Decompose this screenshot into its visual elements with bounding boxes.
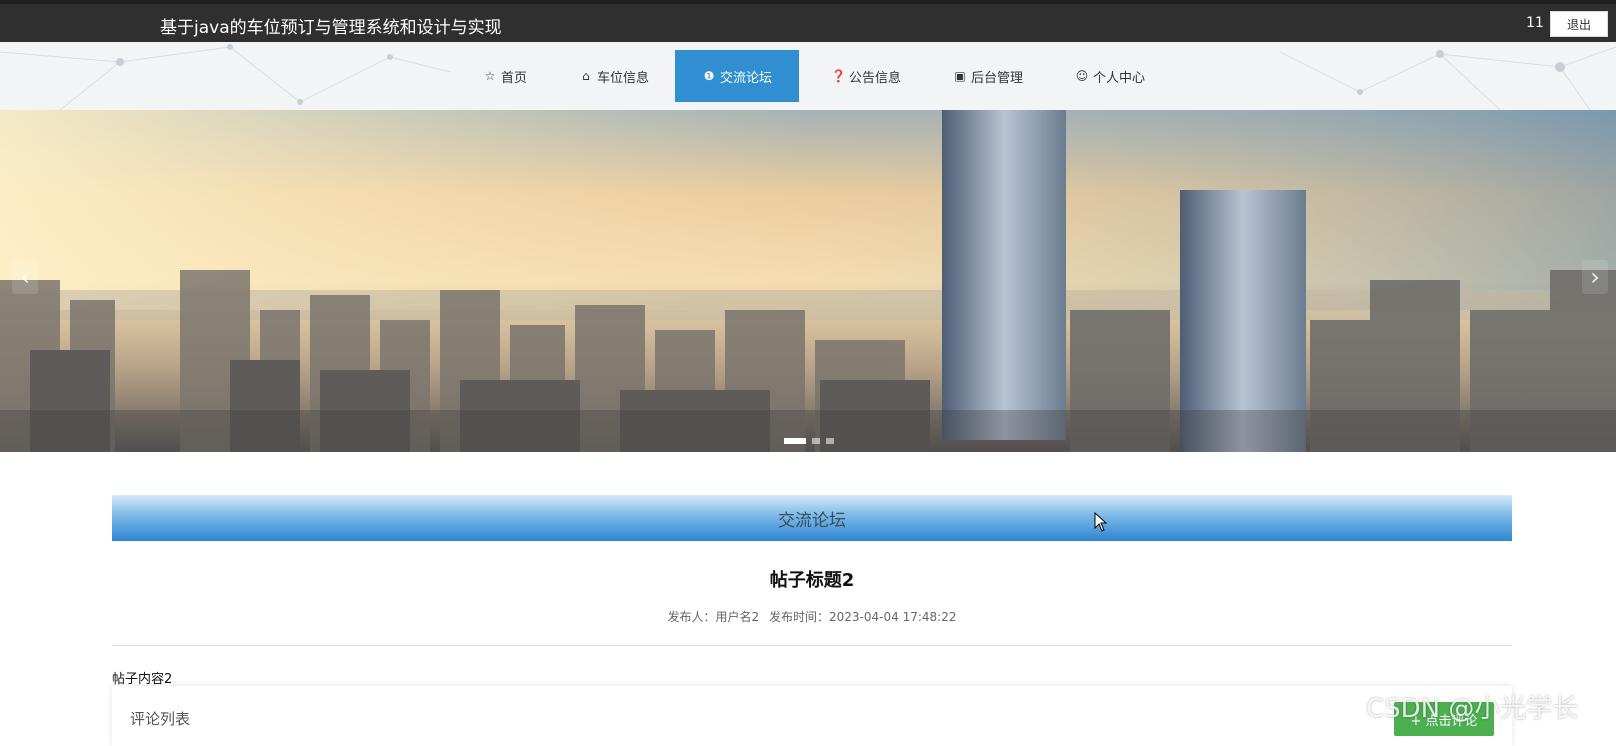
user-id: 11: [1526, 15, 1544, 31]
author-label: 发布人：: [667, 610, 716, 624]
site-title: 基于java的车位预订与管理系统和设计与实现: [160, 18, 502, 38]
carousel-dot[interactable]: [826, 438, 834, 444]
nav-item-label: 车位信息: [596, 70, 649, 86]
city-skyline-image: [0, 110, 1616, 452]
nav-item-label: 公告信息: [848, 70, 901, 86]
star-icon: ☆: [484, 69, 496, 83]
post-meta: 发布人：用户名2 发布时间：2023-04-04 17:48:22: [112, 608, 1512, 625]
author-name: 用户名2: [715, 610, 760, 624]
nav-item-home[interactable]: ☆ 首页: [470, 50, 540, 102]
carousel-next-button[interactable]: ›: [1582, 260, 1608, 294]
section-header: 交流论坛: [112, 495, 1512, 541]
nav-item-label: 后台管理: [970, 70, 1023, 86]
logout-button[interactable]: 退出: [1550, 11, 1608, 37]
mouse-cursor-icon: [1094, 512, 1108, 532]
banner-carousel: ‹ ›: [0, 110, 1616, 452]
post-title: 帖子标题2: [769, 570, 855, 591]
main-nav: ☆ 首页 ⌂ 车位信息 ❶ 交流论坛 ❓ 公告信息 ▣ 后台管理 ☺ 个人中心: [0, 42, 1616, 110]
time-label: 发布时间：: [769, 610, 830, 624]
nav-item-profile[interactable]: ☺ 个人中心: [1062, 50, 1158, 102]
carousel-dot[interactable]: [812, 438, 820, 444]
watermark: CSDN @小光学长: [1366, 694, 1579, 724]
nav-item-announcements[interactable]: ❓ 公告信息: [818, 50, 914, 102]
nav-item-admin[interactable]: ▣ 后台管理: [940, 50, 1036, 102]
info-icon: ❶: [703, 69, 715, 83]
post-time: 2023-04-04 17:48:22: [829, 610, 957, 624]
nav-item-forum[interactable]: ❶ 交流论坛: [675, 50, 799, 102]
top-bar: 基于java的车位预订与管理系统和设计与实现 11 退出: [0, 0, 1616, 42]
bag-icon: ⌂: [582, 69, 590, 83]
nav-item-label: 首页: [500, 70, 527, 86]
comments-panel: 评论列表 + 点击评论: [112, 686, 1512, 746]
nav-item-parking-info[interactable]: ⌂ 车位信息: [566, 50, 662, 102]
carousel-dot[interactable]: [784, 438, 806, 444]
user-icon: ☺: [1075, 69, 1089, 83]
nav-item-label: 个人中心: [1092, 70, 1145, 86]
carousel-indicators: [784, 438, 834, 444]
briefcase-icon: ▣: [954, 69, 966, 83]
post-content: 帖子内容2: [112, 672, 173, 687]
nav-item-label: 交流论坛: [719, 70, 772, 86]
divider: [112, 645, 1512, 646]
network-background: [0, 44, 1616, 110]
comments-title: 评论列表: [130, 710, 191, 728]
question-icon: ❓: [830, 69, 846, 83]
carousel-prev-button[interactable]: ‹: [12, 260, 38, 294]
